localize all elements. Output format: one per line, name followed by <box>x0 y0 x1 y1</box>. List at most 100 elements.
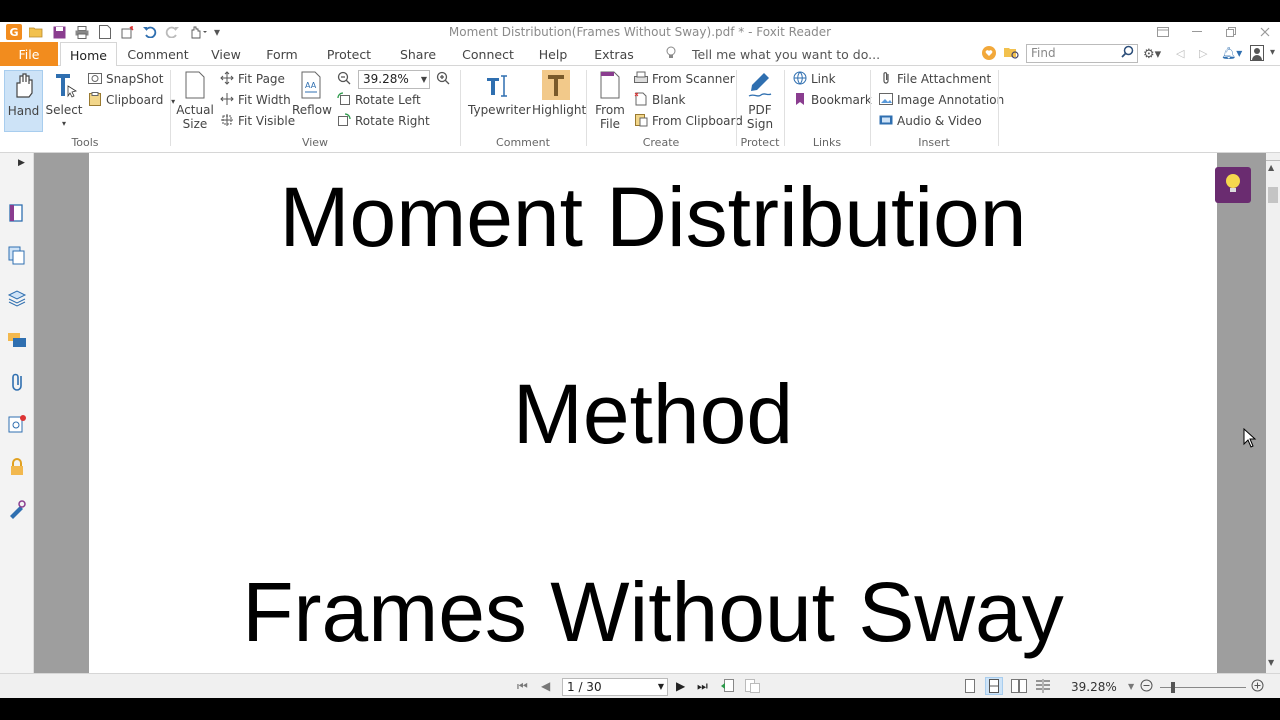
highlight-button[interactable]: Highlight <box>532 70 586 117</box>
fit-page-button[interactable]: Fit Page <box>220 69 285 89</box>
reflow-button[interactable]: AA Reflow <box>292 70 332 117</box>
tab-help[interactable]: Help <box>532 42 574 66</box>
clipboard-dropdown-icon: ▾ <box>171 97 176 106</box>
tab-protect[interactable]: Protect <box>320 42 378 66</box>
tab-file[interactable]: File <box>0 42 58 66</box>
save-icon[interactable] <box>51 24 67 40</box>
tell-me-text: Tell me what you want to do... <box>691 47 881 62</box>
redo-icon[interactable] <box>164 24 180 40</box>
hand-tool-quick-icon[interactable] <box>188 24 208 40</box>
tab-form[interactable]: Form <box>260 42 304 66</box>
facing-view-icon[interactable] <box>1011 679 1027 696</box>
vertical-scrollbar[interactable]: ▲ ▼ <box>1266 153 1280 673</box>
next-view-icon[interactable] <box>745 679 761 696</box>
from-scanner-button[interactable]: From Scanner <box>634 69 735 89</box>
page-number-input[interactable]: 1 / 30 ▼ <box>562 678 668 696</box>
tips-lightbulb-button[interactable] <box>1215 167 1251 203</box>
from-file-button[interactable]: From File <box>592 70 628 131</box>
zoom-dropdown-icon[interactable]: ▼ <box>1128 682 1134 691</box>
heart-feedback-icon[interactable] <box>982 46 996 60</box>
select-tool-button[interactable]: Select ▾ <box>45 70 83 131</box>
close-button[interactable] <box>1250 22 1280 42</box>
rotate-left-button[interactable]: Rotate Left <box>337 90 421 110</box>
hand-tool-button[interactable]: Hand <box>4 70 43 132</box>
tab-connect[interactable]: Connect <box>458 42 518 66</box>
tab-extras[interactable]: Extras <box>590 42 638 66</box>
previous-view-icon[interactable] <box>721 679 737 696</box>
tab-share[interactable]: Share <box>392 42 444 66</box>
zoom-combo[interactable]: 39.28% ▼ <box>358 70 430 89</box>
notification-bell-icon[interactable]: 🔔︎▾ <box>1221 46 1242 60</box>
user-account-icon[interactable] <box>1250 45 1264 61</box>
file-attachment-label: File Attachment <box>897 72 992 86</box>
link-button[interactable]: Link <box>793 69 836 89</box>
actual-size-button[interactable]: Actual Size <box>176 70 214 131</box>
rotate-right-button[interactable]: Rotate Right <box>337 111 430 131</box>
tell-me-box[interactable]: Tell me what you want to do... <box>666 42 880 66</box>
audio-video-button[interactable]: Audio & Video <box>879 111 982 131</box>
forward-arrow-icon[interactable]: ▷ <box>1199 47 1207 60</box>
maximize-button[interactable] <box>1216 22 1246 42</box>
first-page-icon[interactable]: ⏮︎ <box>517 679 528 694</box>
security-lock-icon[interactable] <box>7 457 27 477</box>
pages-panel-icon[interactable] <box>7 203 27 223</box>
page-dropdown-icon[interactable]: ▼ <box>658 679 664 695</box>
continuous-facing-view-icon[interactable] <box>1035 679 1051 696</box>
minimize-button[interactable] <box>1182 22 1212 42</box>
pdf-sign-button[interactable]: PDF Sign <box>742 70 778 131</box>
tab-view[interactable]: View <box>204 42 248 66</box>
comments-panel-icon[interactable] <box>7 330 27 350</box>
snapshot-button[interactable]: SnapShot <box>88 69 163 89</box>
last-page-icon[interactable]: ⏭︎ <box>697 679 708 694</box>
undo-icon[interactable] <box>142 24 158 40</box>
find-input[interactable]: Find <box>1026 44 1138 63</box>
typewriter-button[interactable]: Typewriter <box>468 70 531 117</box>
settings-gear-icon[interactable]: ⚙▾ <box>1143 47 1161 62</box>
signatures-icon[interactable] <box>7 414 27 434</box>
status-zoom-out-icon[interactable] <box>1140 679 1154 695</box>
search-folder-icon[interactable] <box>1004 46 1020 60</box>
fit-visible-button[interactable]: Fit Visible <box>220 111 295 131</box>
scroll-thumb[interactable] <box>1268 187 1278 203</box>
next-page-icon[interactable]: ▶ <box>676 679 685 693</box>
zoom-in-icon[interactable] <box>436 71 450 85</box>
document-viewport[interactable]: Moment Distribution Method Frames Withou… <box>34 153 1266 673</box>
new-document-icon[interactable] <box>97 24 113 40</box>
zoom-dropdown-icon[interactable]: ▼ <box>421 71 427 88</box>
attachments-icon[interactable] <box>7 372 27 392</box>
app-logo-icon[interactable]: G <box>6 24 22 40</box>
document-title-line-2: Method <box>512 367 794 461</box>
thumbnails-icon[interactable] <box>7 245 27 265</box>
status-zoom-value[interactable]: 39.28% <box>1071 680 1117 694</box>
tab-comment[interactable]: Comment <box>124 42 192 66</box>
continuous-view-icon[interactable] <box>985 677 1003 695</box>
open-folder-icon[interactable] <box>28 24 44 40</box>
single-page-view-icon[interactable] <box>964 679 978 696</box>
zoom-slider-thumb[interactable] <box>1171 682 1175 693</box>
status-zoom-in-icon[interactable] <box>1251 679 1265 695</box>
image-annotation-button[interactable]: Image Annotation <box>879 90 1004 110</box>
clipboard-button[interactable]: Clipboard ▾ <box>88 90 175 110</box>
fit-width-button[interactable]: Fit Width <box>220 90 291 110</box>
customize-toolbar-icon[interactable]: ▾ <box>212 24 222 40</box>
search-icon[interactable] <box>1121 45 1134 63</box>
spark-icon[interactable] <box>119 24 135 40</box>
back-arrow-icon[interactable]: ◁ <box>1176 47 1184 60</box>
foxit-reader-window: G ▾ Moment Distribution(Frames Without S… <box>0 0 1280 720</box>
layers-icon[interactable] <box>7 288 27 308</box>
blank-button[interactable]: Blank <box>634 90 685 110</box>
fit-page-label: Fit Page <box>238 72 285 86</box>
scroll-up-arrow-icon[interactable]: ▲ <box>1268 163 1274 172</box>
print-icon[interactable] <box>74 24 90 40</box>
digital-id-icon[interactable] <box>7 499 27 519</box>
previous-page-icon[interactable]: ◀ <box>541 679 550 693</box>
zoom-out-icon[interactable] <box>337 71 351 85</box>
restore-ribbon-icon[interactable] <box>1148 22 1178 42</box>
bookmark-button[interactable]: Bookmark <box>793 90 872 110</box>
from-clipboard-button[interactable]: From Clipboard <box>634 111 743 131</box>
expand-panel-icon[interactable]: ▶ <box>18 158 25 168</box>
scroll-down-arrow-icon[interactable]: ▼ <box>1268 658 1274 667</box>
more-options-icon[interactable]: ▾ <box>1270 47 1275 58</box>
tab-home[interactable]: Home <box>60 42 117 67</box>
file-attachment-button[interactable]: File Attachment <box>879 69 991 89</box>
